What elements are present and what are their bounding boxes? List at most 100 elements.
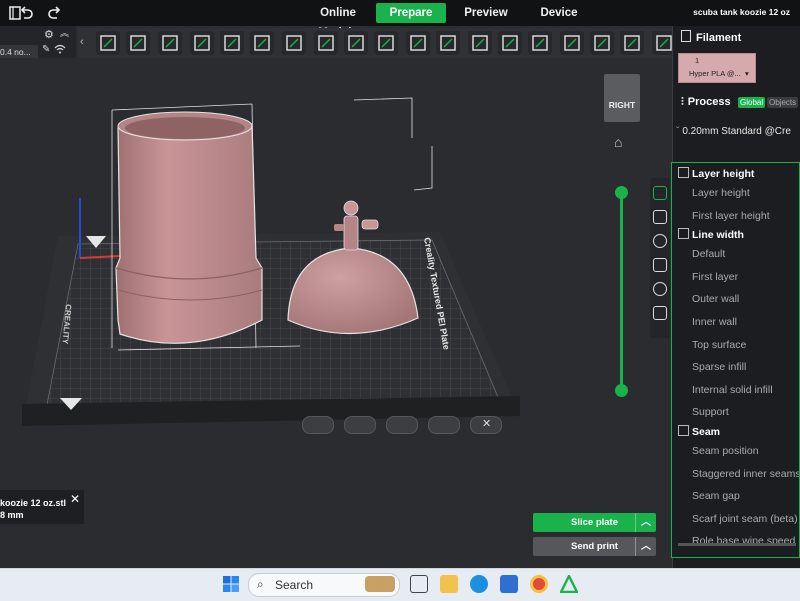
koozie-model[interactable] xyxy=(115,111,263,344)
layer-slider-bottom-handle[interactable] xyxy=(615,384,628,397)
assembly-icon[interactable] xyxy=(620,31,644,55)
send-print-button[interactable]: Send print ︿ xyxy=(533,537,656,556)
3d-viewport[interactable]: Creality Textured PEI Plate CREALITY RIG… xyxy=(0,58,672,568)
speed-icon[interactable] xyxy=(653,234,667,248)
setting-item[interactable]: Layer height xyxy=(692,187,750,199)
setting-item[interactable]: First layer height xyxy=(692,210,770,222)
setting-item[interactable]: First layer xyxy=(692,271,738,283)
mesh-boolean-icon[interactable] xyxy=(498,31,522,55)
send-print-label: Send print xyxy=(571,541,618,552)
chevron-down-icon: ▾ xyxy=(745,69,749,78)
section-icon xyxy=(678,425,689,436)
plate-settings-button[interactable] xyxy=(428,416,460,434)
creality-print-icon[interactable] xyxy=(559,573,579,594)
seam-paint-icon[interactable] xyxy=(436,31,460,55)
filament-slot-1[interactable]: 1 Hyper PLA @... ▾ xyxy=(678,53,756,83)
setting-item[interactable]: Support xyxy=(692,406,729,418)
layer-slider-track[interactable] xyxy=(620,192,623,390)
setting-item[interactable]: Scarf joint seam (beta) xyxy=(692,513,798,525)
process-settings-list: Layer height Layer height First layer heig… xyxy=(671,162,800,558)
top-bar: Online Models Prepare Preview Device scu… xyxy=(0,0,800,39)
close-info-icon[interactable]: ✕ xyxy=(70,492,80,506)
lay-on-face-icon[interactable] xyxy=(250,31,274,55)
emboss-icon[interactable] xyxy=(590,31,614,55)
search-icon: ⌕ xyxy=(257,577,264,591)
filament-settings-icon[interactable] xyxy=(653,282,667,296)
section-layer-height[interactable]: Layer height xyxy=(678,167,754,180)
tab-device[interactable]: Device xyxy=(533,3,585,23)
taskbar-search[interactable]: ⌕ Search xyxy=(248,573,400,597)
document-title: scuba tank koozie 12 oz xyxy=(693,7,790,17)
layer-slider-top-handle[interactable] xyxy=(615,186,628,199)
printer-preset-select[interactable]: 0.4 no... xyxy=(0,45,38,59)
measure-icon[interactable] xyxy=(560,31,584,55)
lock-plate-button[interactable] xyxy=(386,416,418,434)
auto-orient-icon[interactable] xyxy=(158,31,182,55)
redo-icon[interactable] xyxy=(46,4,64,22)
add-plate-icon[interactable] xyxy=(126,31,150,55)
object-size: 8 mm xyxy=(0,510,24,520)
auto-arrange-icon[interactable] xyxy=(220,31,244,55)
section-seam[interactable]: Seam xyxy=(678,425,720,438)
place-on-bed-icon[interactable] xyxy=(282,31,306,55)
variable-layer-icon[interactable] xyxy=(374,31,398,55)
search-highlight-icon xyxy=(365,576,395,592)
build-plate: Creality Textured PEI Plate CREALITY xyxy=(22,232,520,426)
filament-name: Hyper PLA @... xyxy=(689,69,741,78)
slice-plate-label: Slice plate xyxy=(571,517,618,528)
slice-plate-button[interactable]: Slice plate ︿ xyxy=(533,513,656,532)
chrome-icon[interactable] xyxy=(530,575,548,593)
toggle-objects[interactable]: Objects xyxy=(767,97,799,108)
collapse-icon[interactable]: ︽ xyxy=(60,26,69,39)
quality-icon[interactable] xyxy=(653,186,667,200)
home-view-icon[interactable]: ⌂ xyxy=(614,134,622,150)
setting-item[interactable]: Seam position xyxy=(692,445,759,457)
add-object-icon[interactable] xyxy=(96,31,120,55)
setting-item[interactable]: Inner wall xyxy=(692,316,737,328)
view-cube-label: RIGHT xyxy=(608,100,636,110)
cut-icon[interactable] xyxy=(528,31,552,55)
wifi-icon[interactable] xyxy=(54,43,66,58)
toggle-global[interactable]: Global xyxy=(738,97,766,108)
sliders-icon: ⫶ xyxy=(681,96,684,108)
file-explorer-icon[interactable] xyxy=(440,575,458,593)
tab-online-models[interactable]: Online Models xyxy=(300,3,376,39)
chevron-down-icon: ˇ xyxy=(676,126,680,137)
color-paint-icon[interactable] xyxy=(468,31,492,55)
section-line-width[interactable]: Line width xyxy=(678,228,744,241)
settings-scrollbar[interactable] xyxy=(678,543,796,546)
setting-item[interactable]: Outer wall xyxy=(692,293,739,305)
setting-item[interactable]: Seam gap xyxy=(692,490,740,502)
windows-start-icon[interactable] xyxy=(222,575,240,593)
settings-gear-icon[interactable]: ⚙ xyxy=(44,28,54,41)
category-icon-bar xyxy=(650,178,670,338)
remove-plate-button[interactable]: ✕ xyxy=(470,416,502,434)
edge-browser-icon[interactable] xyxy=(470,575,488,593)
undo-icon[interactable] xyxy=(17,4,35,22)
edit-printer-icon[interactable]: ✎ xyxy=(42,44,50,55)
tab-prepare[interactable]: Prepare xyxy=(376,3,446,23)
store-icon[interactable] xyxy=(500,575,518,593)
chevron-up-icon[interactable]: ︿ xyxy=(635,537,656,556)
strength-icon[interactable] xyxy=(653,210,667,224)
support-paint-icon[interactable] xyxy=(406,31,430,55)
support-icon[interactable] xyxy=(653,258,667,272)
task-view-icon[interactable] xyxy=(410,575,428,593)
setting-item[interactable]: Top surface xyxy=(692,339,746,351)
arrange-icon[interactable] xyxy=(190,31,214,55)
process-profile-select[interactable]: ˇ 0.20mm Standard @Cre xyxy=(676,126,791,137)
view-cube[interactable]: RIGHT xyxy=(604,74,640,122)
arrange-button[interactable] xyxy=(302,416,334,434)
chevron-up-icon[interactable]: ︿ xyxy=(635,513,656,532)
toolbar-scroll-left-icon[interactable]: ‹ xyxy=(80,36,84,48)
split-icon[interactable] xyxy=(314,31,338,55)
others-icon[interactable] xyxy=(653,306,667,320)
scene-canvas[interactable]: Creality Textured PEI Plate CREALITY xyxy=(0,58,672,568)
layout-grid-icon[interactable] xyxy=(344,31,368,55)
setting-item[interactable]: Staggered inner seams xyxy=(692,468,799,480)
setting-item[interactable]: Sparse infill xyxy=(692,361,746,373)
setting-item[interactable]: Internal solid infill xyxy=(692,384,773,396)
setting-item[interactable]: Default xyxy=(692,248,725,260)
orient-button[interactable] xyxy=(344,416,376,434)
tab-preview[interactable]: Preview xyxy=(458,3,514,23)
